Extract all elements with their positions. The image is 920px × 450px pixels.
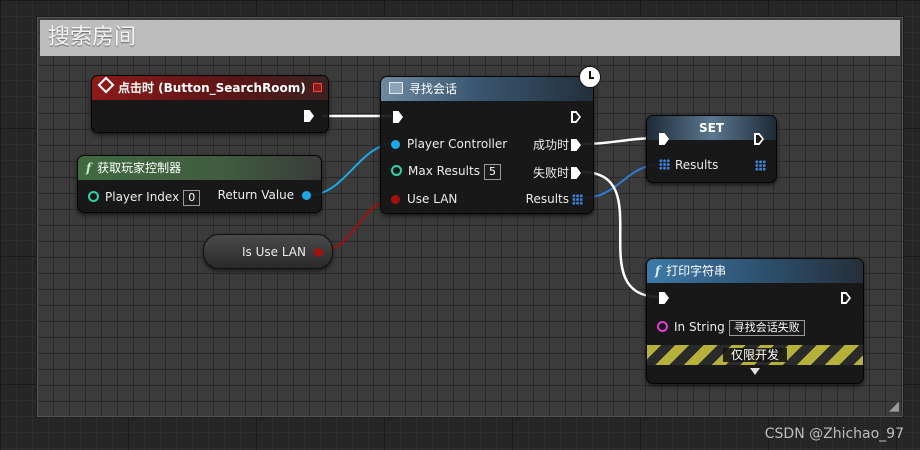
set-results-label: Results [675,158,719,172]
player-index-pin[interactable] [88,191,99,202]
print-string-header: f 打印字符串 [647,259,863,283]
event-node-title: 点击时 (Button_SearchRoom) [118,81,306,95]
set-node-title: SET [698,121,725,135]
print-exec-in-pin[interactable] [659,292,669,304]
find-sessions-node[interactable]: 寻找会话 Player Controller Max Results 5 Use … [380,66,601,214]
comment-title[interactable]: 搜索房间 [40,20,900,56]
return-value-row: Return Value [218,186,311,204]
player-index-label: Player Index [105,190,180,204]
max-results-row: Max Results 5 [391,162,501,180]
results-array-pin[interactable] [572,194,583,205]
print-exec-out-pin[interactable] [841,292,851,304]
in-string-pin[interactable] [657,321,668,332]
player-controller-pin[interactable] [391,140,400,149]
player-controller-label: Player Controller [407,137,508,151]
watermark: CSDN @Zhichao_97 [764,426,904,442]
on-success-label: 成功时 [532,138,569,152]
is-use-lan-label: Is Use LAN [242,245,306,259]
on-failure-exec-pin[interactable] [571,167,581,179]
on-success-row: 成功时 [533,136,569,154]
set-results-row: Results [659,156,718,174]
max-results-value[interactable]: 5 [483,163,501,180]
event-node[interactable]: 点击时 (Button_SearchRoom) [91,75,329,133]
function-f-icon: f [655,264,661,278]
find-exec-out-pin[interactable] [571,111,581,123]
development-only-label: 仅限开发 [722,348,787,362]
on-failure-label: 失败时 [532,166,569,180]
development-only-banner: 仅限开发 [647,345,863,365]
event-exec-out-pin[interactable] [304,110,314,122]
set-results-out-pin[interactable] [755,160,766,171]
on-success-exec-pin[interactable] [571,139,581,151]
is-use-lan-variable-node[interactable]: Is Use LAN [203,234,333,269]
is-use-lan-row: Is Use LAN [242,243,323,261]
function-f-icon: f [86,161,92,175]
expand-arrow-icon[interactable] [750,368,760,375]
set-node[interactable]: SET Results [646,115,777,183]
player-index-value[interactable]: 0 [183,189,201,206]
use-lan-pin[interactable] [391,195,400,204]
find-exec-in-pin[interactable] [393,111,403,123]
use-lan-label: Use LAN [407,192,458,206]
on-failure-row: 失败时 [533,164,569,182]
event-delegate-pin[interactable] [313,83,322,92]
max-results-pin[interactable] [391,165,402,176]
return-value-label: Return Value [217,188,295,202]
set-results-in-pin[interactable] [659,159,670,170]
get-controller-header: f 获取玩家控制器 [78,156,321,180]
in-string-row: In String 寻找会话失败 [657,318,805,336]
results-label: Results [525,192,569,206]
in-string-label: In String [674,320,725,334]
player-controller-row: Player Controller [391,135,507,153]
resize-handle-icon[interactable]: ◢ [889,399,899,414]
get-controller-title: 获取玩家控制器 [97,161,182,175]
event-node-header: 点击时 (Button_SearchRoom) [92,76,328,100]
max-results-label: Max Results [408,164,480,178]
clock-icon [579,66,601,88]
async-node-icon [389,82,403,94]
use-lan-row: Use LAN [391,190,457,208]
player-index-row: Player Index 0 [88,188,201,206]
results-row: Results [526,190,569,208]
find-sessions-title: 寻找会话 [409,82,458,96]
get-player-controller-node[interactable]: f 获取玩家控制器 Player Index 0 Return Value [77,155,322,213]
is-use-lan-out-pin[interactable] [313,248,323,257]
event-diamond-icon [97,76,115,94]
print-string-title: 打印字符串 [666,264,727,278]
find-sessions-header: 寻找会话 [381,77,593,101]
print-string-node[interactable]: f 打印字符串 In String 寻找会话失败 仅限开发 [646,258,864,384]
in-string-value[interactable]: 寻找会话失败 [728,319,805,336]
return-value-pin[interactable] [302,191,311,200]
